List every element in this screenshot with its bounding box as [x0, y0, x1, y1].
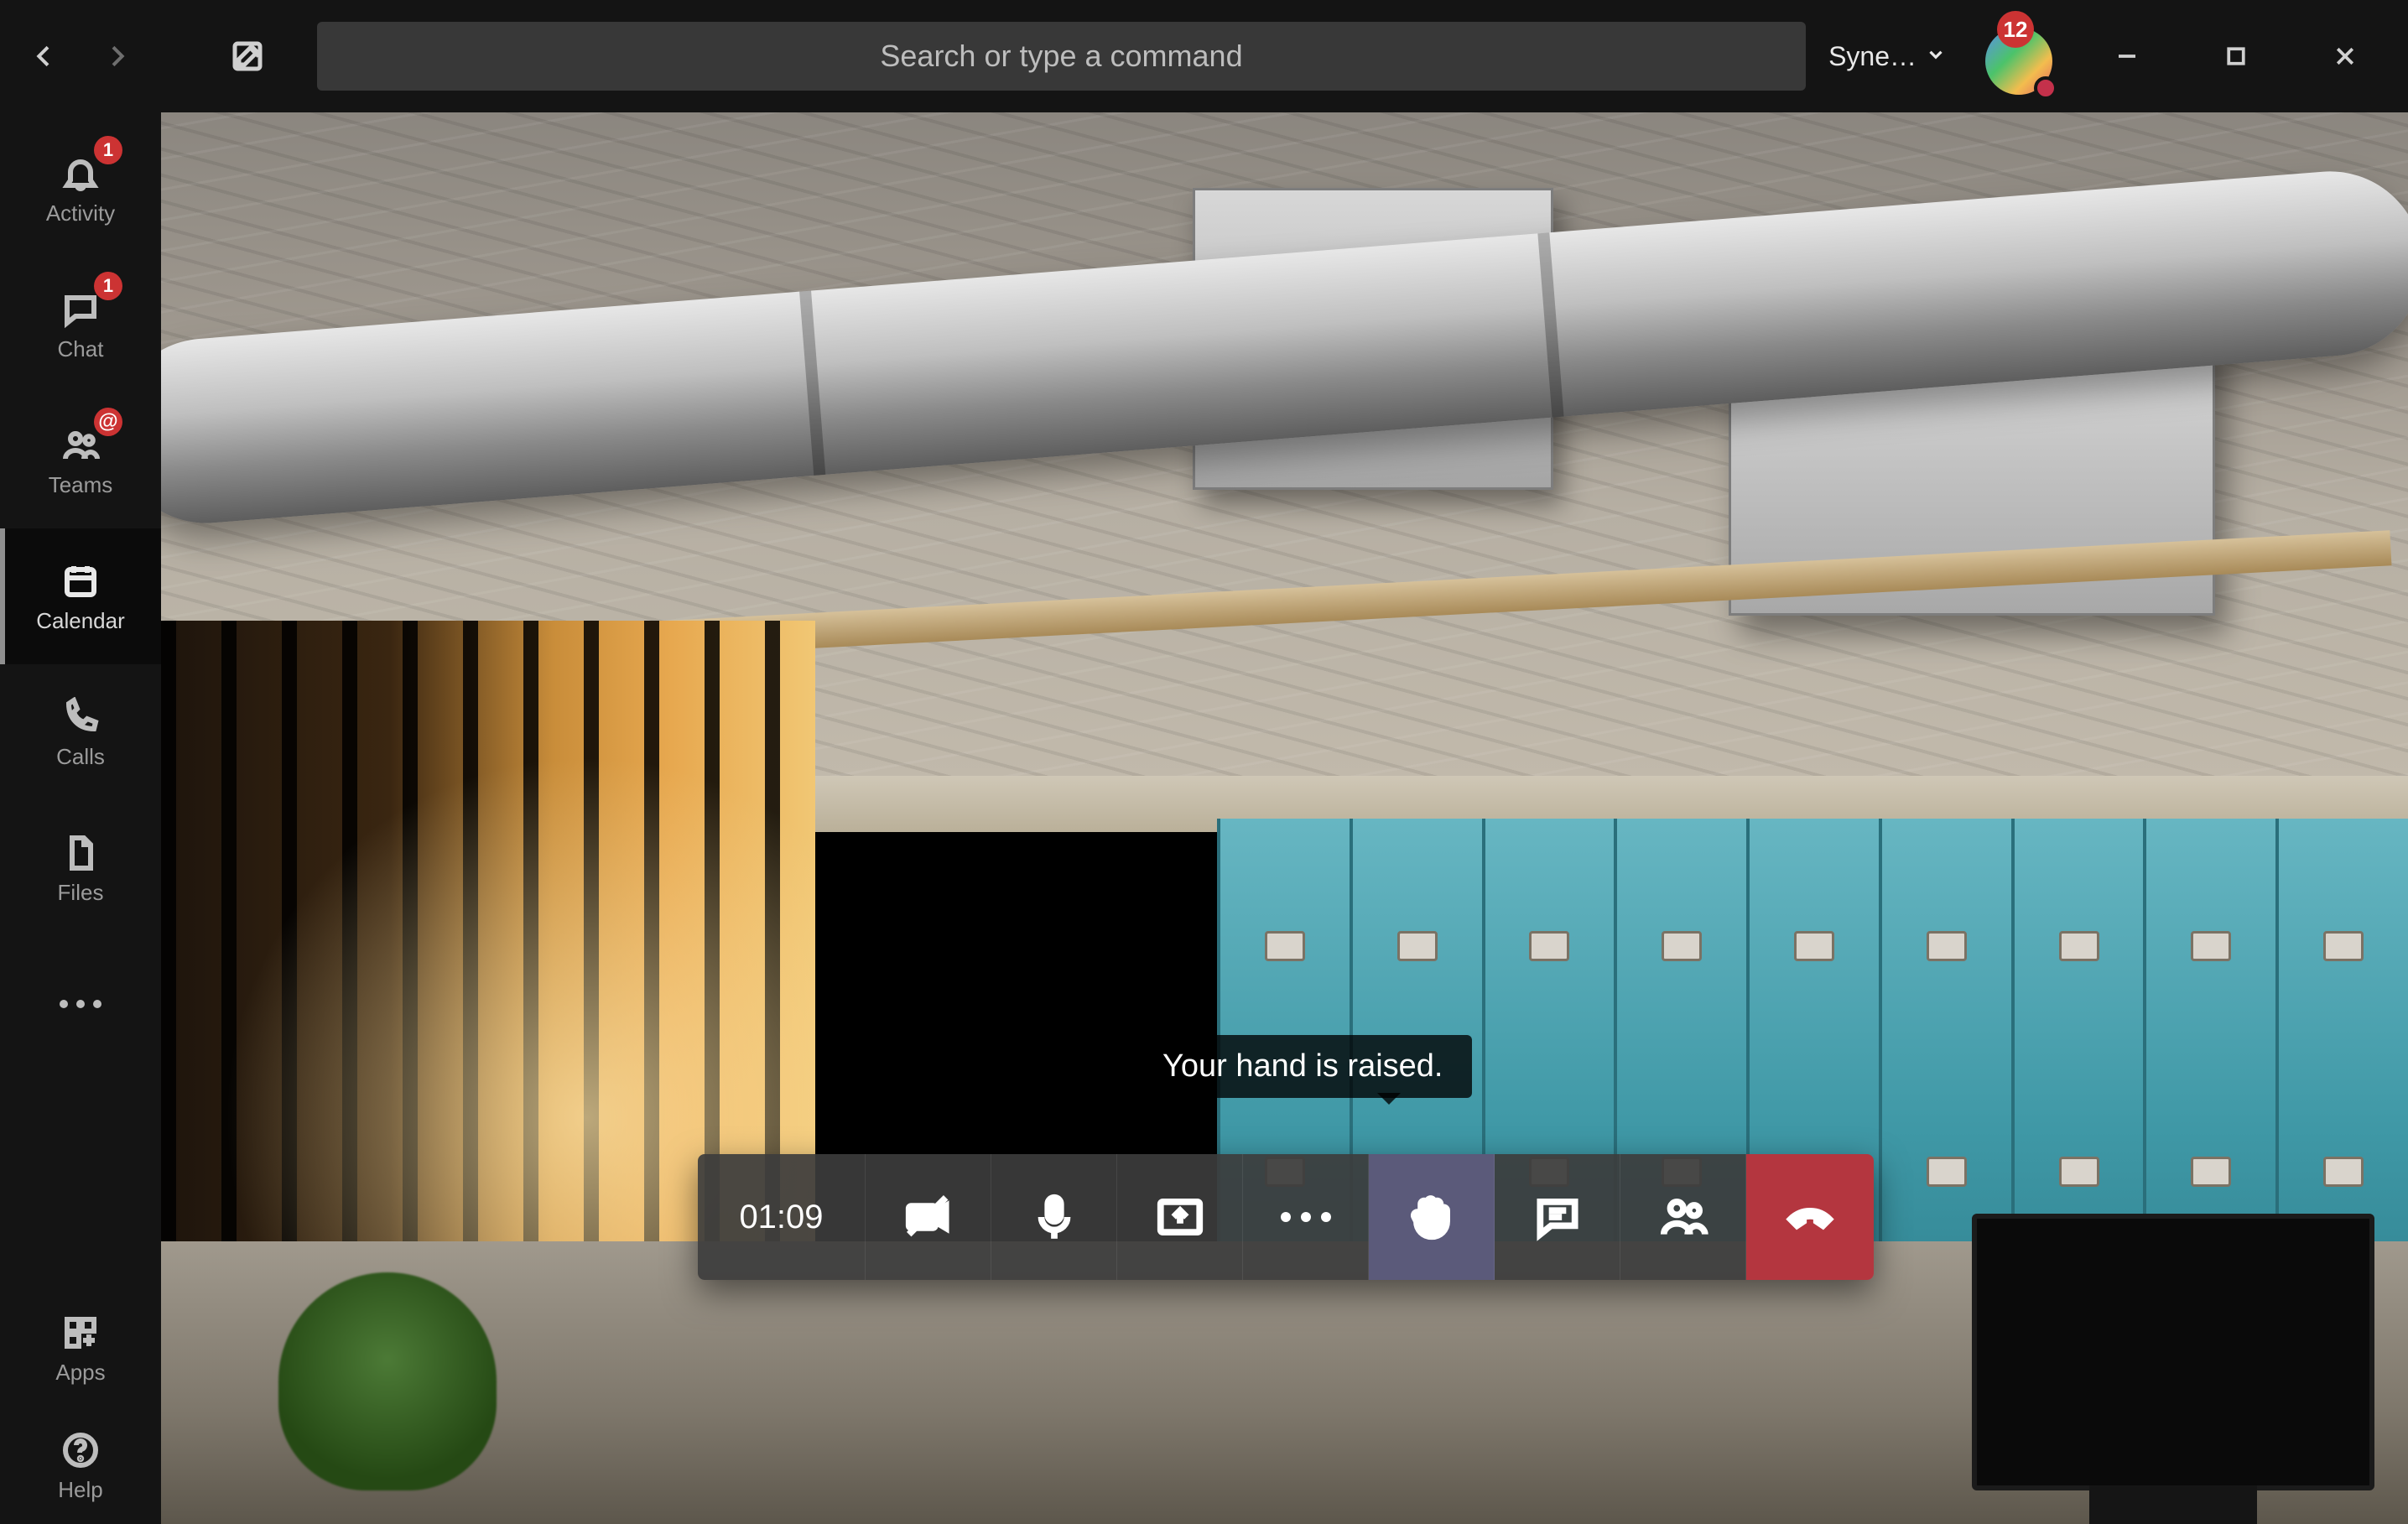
nav-forward-button[interactable] [81, 20, 153, 92]
apptab-more[interactable] [0, 936, 161, 1072]
apptab-label: Activity [46, 200, 115, 226]
calendar-icon [59, 559, 102, 603]
notification-badge: 12 [1997, 11, 2034, 48]
files-icon [59, 831, 102, 875]
chat-icon [1532, 1191, 1584, 1243]
profile-button[interactable]: 12 [1972, 14, 2056, 98]
ellipsis-icon [1281, 1212, 1331, 1222]
chevron-down-icon [1925, 41, 1947, 72]
nav-back-button[interactable] [8, 20, 81, 92]
show-conversation-button[interactable] [1495, 1154, 1620, 1280]
apptab-label: Help [58, 1477, 102, 1503]
hang-up-button[interactable] [1746, 1154, 1874, 1280]
close-window-button[interactable] [2291, 18, 2400, 94]
meeting-stage: Your hand is raised. 01:09 [161, 112, 2408, 1524]
apps-icon [59, 1311, 102, 1355]
apptab-label: Calls [56, 744, 105, 770]
activity-badge: 1 [94, 136, 122, 164]
share-screen-button[interactable] [1117, 1154, 1243, 1280]
title-bar: Search or type a command Syne… 12 [0, 0, 2408, 112]
phone-icon [59, 695, 102, 739]
raise-hand-button[interactable] [1369, 1154, 1495, 1280]
share-screen-icon [1154, 1191, 1206, 1243]
apptab-chat[interactable]: 1 Chat [0, 257, 161, 393]
raise-hand-icon [1406, 1191, 1458, 1243]
toggle-camera-button[interactable] [866, 1154, 991, 1280]
people-icon [1657, 1191, 1709, 1243]
apptab-label: Files [58, 880, 104, 906]
meeting-toolbar: 01:09 [698, 1154, 1874, 1280]
apptab-label: Apps [55, 1360, 105, 1386]
apptab-help[interactable]: Help [0, 1407, 161, 1524]
toggle-mic-button[interactable] [991, 1154, 1117, 1280]
window-controls [2073, 18, 2400, 94]
new-chat-button[interactable] [211, 20, 283, 92]
apptab-files[interactable]: Files [0, 800, 161, 936]
apptab-teams[interactable]: @ Teams [0, 393, 161, 528]
hang-up-icon [1784, 1191, 1836, 1243]
microphone-icon [1028, 1191, 1080, 1243]
chat-badge: 1 [94, 272, 122, 300]
minimize-button[interactable] [2073, 18, 2182, 94]
ellipsis-icon [60, 1000, 101, 1008]
presence-indicator [2034, 76, 2057, 100]
help-icon [59, 1428, 102, 1472]
maximize-button[interactable] [2182, 18, 2291, 94]
more-actions-button[interactable] [1243, 1154, 1369, 1280]
camera-off-icon [902, 1191, 954, 1243]
apptab-activity[interactable]: 1 Activity [0, 121, 161, 257]
apptab-calendar[interactable]: Calendar [0, 528, 161, 664]
apptab-label: Calendar [36, 608, 125, 634]
show-participants-button[interactable] [1620, 1154, 1746, 1280]
app-bar: 1 Activity 1 Chat @ Teams Calendar Calls [0, 112, 161, 1524]
call-duration: 01:09 [698, 1154, 866, 1280]
apptab-calls[interactable]: Calls [0, 664, 161, 800]
org-switcher[interactable]: Syne… [1828, 41, 1947, 72]
apptab-apps[interactable]: Apps [0, 1289, 161, 1407]
teams-badge: @ [94, 408, 122, 436]
apptab-label: Teams [49, 472, 113, 498]
apptab-label: Chat [58, 336, 104, 362]
remote-video [161, 112, 2408, 1524]
org-label: Syne… [1828, 41, 1917, 72]
search-input[interactable]: Search or type a command [317, 22, 1806, 91]
hand-raised-tooltip: Your hand is raised. [1134, 1035, 1472, 1098]
